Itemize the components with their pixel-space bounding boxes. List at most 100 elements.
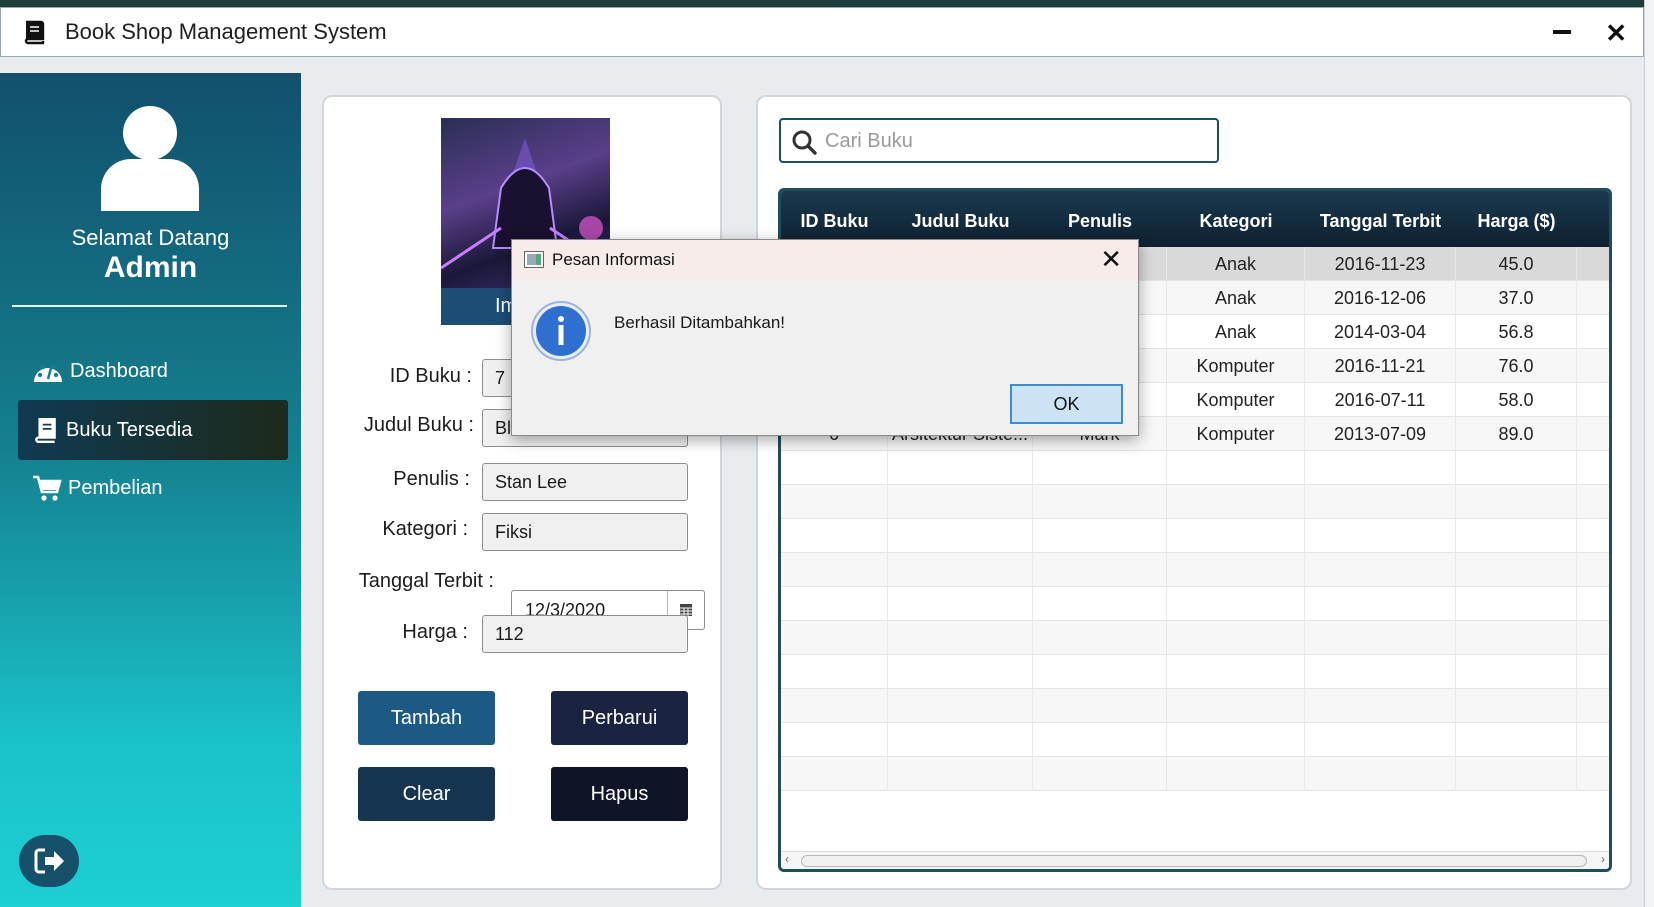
table-cell xyxy=(888,553,1033,587)
table-cell xyxy=(1167,621,1305,655)
minimize-button[interactable] xyxy=(1553,30,1571,34)
close-window-button[interactable]: ✕ xyxy=(1605,20,1627,46)
table-cell: 2016-11-21 xyxy=(1305,349,1456,383)
book-table-panel: Cari Buku ID Buku Judul Buku Penulis Kat… xyxy=(756,95,1632,890)
table-cell xyxy=(1456,587,1577,621)
dialog-message: Berhasil Ditambahkan! xyxy=(614,313,786,332)
column-header[interactable]: Kategori xyxy=(1167,191,1305,247)
table-cell: Anak xyxy=(1167,315,1305,349)
table-cell xyxy=(781,689,888,723)
table-cell xyxy=(1033,485,1167,519)
table-cell xyxy=(1033,655,1167,689)
dialog-close-button[interactable]: ✕ xyxy=(1100,246,1122,272)
table-cell xyxy=(1167,485,1305,519)
sidebar-item-buku-tersedia[interactable]: Buku Tersedia xyxy=(18,400,288,460)
scrollbar-thumb[interactable] xyxy=(801,855,1587,867)
table-cell: 2016-11-23 xyxy=(1305,247,1456,281)
table-row[interactable] xyxy=(781,553,1609,587)
hapus-button[interactable]: Hapus xyxy=(551,767,688,821)
table-cell xyxy=(1033,723,1167,757)
penulis-field[interactable]: Stan Lee xyxy=(482,463,688,501)
horizontal-scrollbar[interactable]: ‹ › xyxy=(781,851,1609,869)
dialog-title: Pesan Informasi xyxy=(552,250,675,269)
table-cell xyxy=(1456,621,1577,655)
user-avatar-icon xyxy=(101,106,199,211)
table-row[interactable] xyxy=(781,485,1609,519)
column-header[interactable]: Harga ($) xyxy=(1456,191,1577,247)
table-cell: 58.0 xyxy=(1456,383,1577,417)
table-cell xyxy=(1167,723,1305,757)
title-bar: Book Shop Management System ✕ xyxy=(0,7,1644,57)
table-row[interactable] xyxy=(781,519,1609,553)
table-cell xyxy=(1456,757,1577,791)
cart-icon xyxy=(33,475,62,501)
table-cell xyxy=(1305,689,1456,723)
sidebar-divider xyxy=(12,305,287,307)
table-cell xyxy=(781,485,888,519)
background-window-edge xyxy=(1644,0,1654,907)
table-cell xyxy=(1167,587,1305,621)
book-icon xyxy=(35,418,56,444)
scroll-right-icon[interactable]: › xyxy=(1601,852,1605,866)
sidebar-item-dashboard[interactable]: Dashboard xyxy=(18,341,288,401)
search-placeholder: Cari Buku xyxy=(825,130,913,152)
sidebar: Selamat Datang Admin Dashboard Buku Ters… xyxy=(0,73,301,907)
table-cell: 45.0 xyxy=(1456,247,1577,281)
judul-label: Judul Buku : xyxy=(363,414,474,436)
sidebar-item-pembelian[interactable]: Pembelian xyxy=(18,458,288,518)
table-cell xyxy=(1305,723,1456,757)
table-cell xyxy=(1033,757,1167,791)
table-cell xyxy=(1305,621,1456,655)
table-cell xyxy=(1033,519,1167,553)
logout-icon xyxy=(34,848,64,874)
table-row[interactable] xyxy=(781,757,1609,791)
table-row[interactable] xyxy=(781,587,1609,621)
clear-button[interactable]: Clear xyxy=(358,767,495,821)
table-cell xyxy=(888,451,1033,485)
dashboard-icon xyxy=(34,364,62,382)
table-cell xyxy=(1305,553,1456,587)
table-cell xyxy=(1305,519,1456,553)
table-cell xyxy=(888,757,1033,791)
book-app-icon xyxy=(24,20,45,45)
table-cell xyxy=(1456,451,1577,485)
table-cell xyxy=(781,655,888,689)
table-cell xyxy=(1456,689,1577,723)
table-cell xyxy=(1033,621,1167,655)
table-row[interactable] xyxy=(781,621,1609,655)
scroll-left-icon[interactable]: ‹ xyxy=(785,852,789,866)
logout-button[interactable] xyxy=(19,835,79,887)
table-row[interactable] xyxy=(781,451,1609,485)
penulis-label: Penulis : xyxy=(393,468,470,490)
table-cell: Anak xyxy=(1167,247,1305,281)
table-cell xyxy=(1305,655,1456,689)
sidebar-item-label: Buku Tersedia xyxy=(66,418,193,441)
table-cell xyxy=(888,689,1033,723)
user-name: Admin xyxy=(103,251,198,284)
table-row[interactable] xyxy=(781,723,1609,757)
table-cell xyxy=(781,723,888,757)
table-cell: 89.0 xyxy=(1456,417,1577,451)
perbarui-button[interactable]: Perbarui xyxy=(551,691,688,745)
tambah-button[interactable]: Tambah xyxy=(358,691,495,745)
table-cell xyxy=(1305,451,1456,485)
table-cell xyxy=(1167,655,1305,689)
harga-field[interactable]: 112 xyxy=(482,615,688,653)
table-cell: 2016-07-11 xyxy=(1305,383,1456,417)
table-cell xyxy=(781,519,888,553)
table-row[interactable] xyxy=(781,655,1609,689)
table-cell: Komputer xyxy=(1167,417,1305,451)
table-row[interactable] xyxy=(781,689,1609,723)
search-input[interactable]: Cari Buku xyxy=(779,118,1219,163)
table-cell xyxy=(781,621,888,655)
harga-label: Harga : xyxy=(402,621,468,643)
kategori-field[interactable]: Fiksi xyxy=(482,513,688,551)
table-cell: 2016-12-06 xyxy=(1305,281,1456,315)
column-header[interactable]: Tanggal Terbit xyxy=(1305,191,1456,247)
table-cell xyxy=(888,621,1033,655)
search-icon xyxy=(792,130,817,155)
ok-button[interactable]: OK xyxy=(1010,384,1123,424)
table-cell xyxy=(781,451,888,485)
table-cell xyxy=(1033,689,1167,723)
table-cell xyxy=(1305,757,1456,791)
